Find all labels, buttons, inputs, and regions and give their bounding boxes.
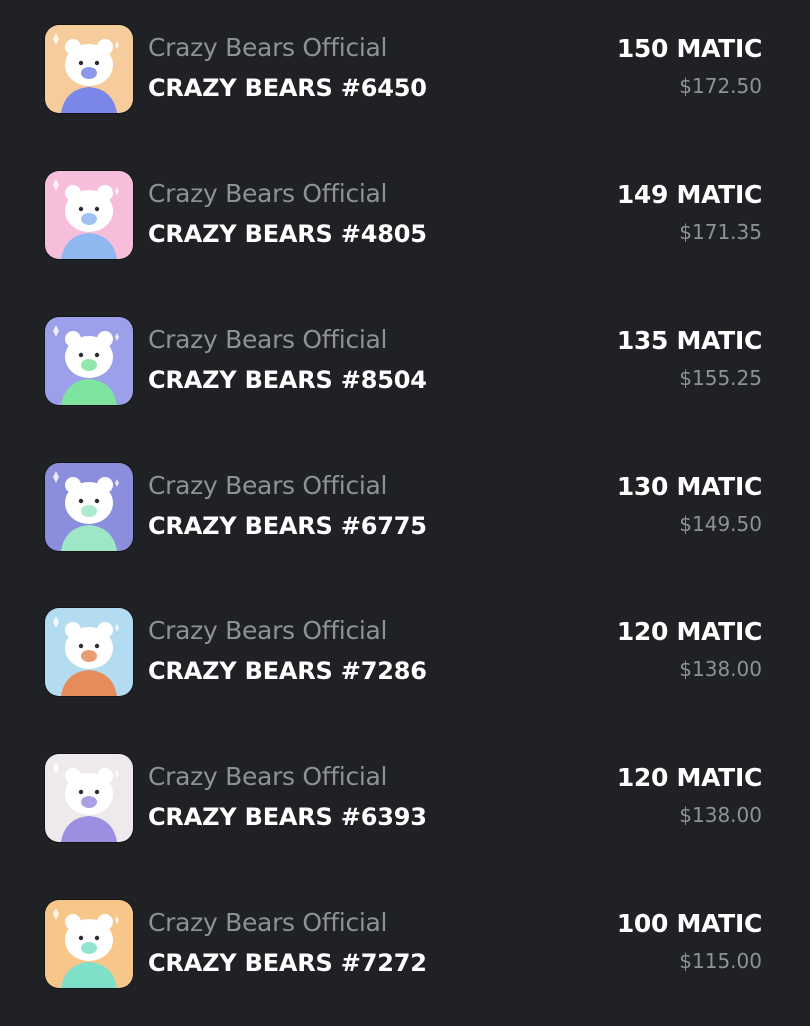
price-matic: 120 MATIC (616, 617, 762, 646)
collection-name: Crazy Bears Official (148, 762, 388, 791)
collection-name: Crazy Bears Official (148, 471, 388, 500)
nft-title: CRAZY BEARS #8504 (148, 366, 427, 394)
listing-row[interactable]: Crazy Bears Official CRAZY BEARS #4805 1… (0, 171, 810, 271)
price-usd: $149.50 (679, 512, 762, 536)
price-matic: 120 MATIC (616, 763, 762, 792)
listing-row[interactable]: Crazy Bears Official CRAZY BEARS #6775 1… (0, 463, 810, 563)
price-matic: 100 MATIC (616, 909, 762, 938)
nft-title: CRAZY BEARS #6775 (148, 512, 427, 540)
collection-name: Crazy Bears Official (148, 179, 388, 208)
bear-nft-icon[interactable] (45, 463, 133, 551)
bear-nft-icon[interactable] (45, 317, 133, 405)
price-matic: 150 MATIC (616, 34, 762, 63)
listing-row[interactable]: Crazy Bears Official CRAZY BEARS #6450 1… (0, 25, 810, 125)
collection-name: Crazy Bears Official (148, 908, 388, 937)
collection-name: Crazy Bears Official (148, 616, 388, 645)
bear-nft-icon[interactable] (45, 754, 133, 842)
nft-listing-list: Crazy Bears Official CRAZY BEARS #6450 1… (0, 0, 810, 1026)
price-usd: $171.35 (679, 220, 762, 244)
bear-nft-icon[interactable] (45, 25, 133, 113)
listing-row[interactable]: Crazy Bears Official CRAZY BEARS #6393 1… (0, 754, 810, 854)
listing-row[interactable]: Crazy Bears Official CRAZY BEARS #7286 1… (0, 608, 810, 708)
nft-title: CRAZY BEARS #4805 (148, 220, 427, 248)
collection-name: Crazy Bears Official (148, 33, 388, 62)
bear-nft-icon[interactable] (45, 900, 133, 988)
nft-title: CRAZY BEARS #6393 (148, 803, 427, 831)
price-usd: $138.00 (679, 657, 762, 681)
bear-nft-icon[interactable] (45, 608, 133, 696)
price-usd: $155.25 (679, 366, 762, 390)
bear-nft-icon[interactable] (45, 171, 133, 259)
listing-row[interactable]: Crazy Bears Official CRAZY BEARS #8504 1… (0, 317, 810, 417)
price-usd: $138.00 (679, 803, 762, 827)
nft-title: CRAZY BEARS #6450 (148, 74, 427, 102)
listing-row[interactable]: Crazy Bears Official CRAZY BEARS #7272 1… (0, 900, 810, 1000)
collection-name: Crazy Bears Official (148, 325, 388, 354)
price-usd: $172.50 (679, 74, 762, 98)
price-matic: 130 MATIC (616, 472, 762, 501)
price-matic: 135 MATIC (616, 326, 762, 355)
nft-title: CRAZY BEARS #7272 (148, 949, 427, 977)
price-matic: 149 MATIC (616, 180, 762, 209)
nft-title: CRAZY BEARS #7286 (148, 657, 427, 685)
price-usd: $115.00 (679, 949, 762, 973)
